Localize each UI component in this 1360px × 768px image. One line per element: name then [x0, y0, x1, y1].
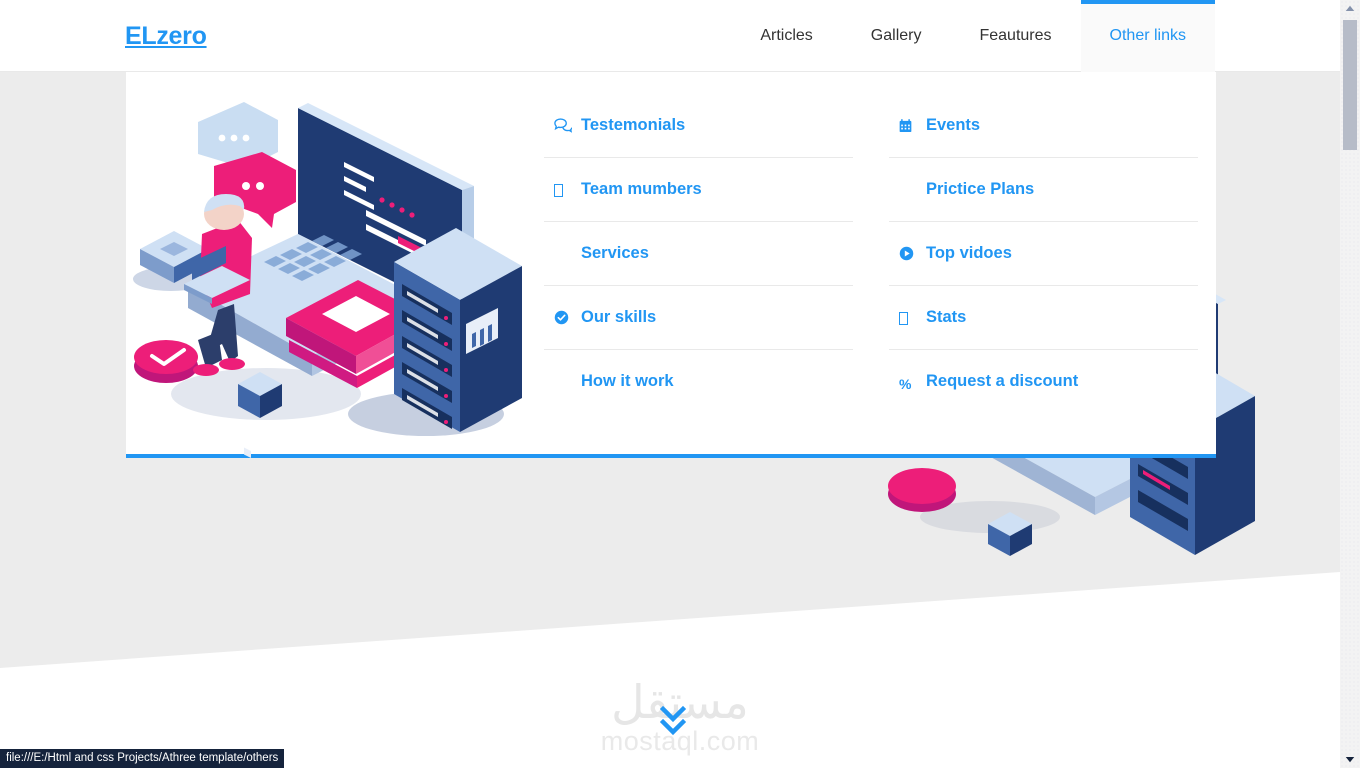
mega-link-label: Events	[926, 116, 981, 134]
hero-diagonal-wedge	[0, 572, 1340, 692]
play-circle-icon	[899, 246, 926, 262]
mega-menu-item: Top vidoes	[889, 222, 1198, 286]
mega-link-label: Stats	[926, 308, 967, 326]
scrollbar-thumb[interactable]	[1343, 20, 1357, 150]
no-icon-placeholder	[899, 181, 926, 197]
missing-glyph-icon	[899, 311, 926, 327]
page-content: مستقل mostaql.com ELzero Articles Galler…	[0, 0, 1340, 768]
nav-item-other-links[interactable]: Other links	[1080, 0, 1216, 72]
mega-menu-column-2: Events Prictice Plans Top vidoes Stats %…	[871, 94, 1216, 454]
nav-item-feautures[interactable]: Feautures	[950, 0, 1080, 72]
mega-menu-links: Testemonials Team mumbers Services Our s…	[526, 94, 1216, 454]
mega-link-how-it-work[interactable]: How it work	[544, 350, 853, 413]
mega-link-request-a-discount[interactable]: % Request a discount	[889, 350, 1198, 414]
mega-menu-item: Our skills	[544, 286, 853, 350]
scrollbar-up-arrow-icon[interactable]	[1340, 0, 1360, 17]
mega-link-stats[interactable]: Stats	[889, 286, 1198, 349]
logo-link[interactable]: ELzero	[125, 0, 207, 72]
mega-menu-item: Team mumbers	[544, 158, 853, 222]
mega-menu-item: Stats	[889, 286, 1198, 350]
header-inner: ELzero Articles Gallery Feautures Other …	[125, 0, 1216, 72]
nav-item-gallery[interactable]: Gallery	[842, 0, 951, 72]
calendar-icon	[899, 118, 926, 134]
mega-menu-illustration	[126, 94, 526, 458]
mega-menu-item: % Request a discount	[889, 350, 1198, 414]
mega-link-label: Our skills	[581, 308, 657, 326]
mega-link-label: Top vidoes	[926, 244, 1012, 262]
mega-menu-column-1: Testemonials Team mumbers Services Our s…	[526, 94, 871, 454]
mega-link-our-skills[interactable]: Our skills	[544, 286, 853, 349]
scrollbar-down-arrow-icon[interactable]	[1340, 751, 1360, 768]
browser-status-bar: file:///E:/Html and css Projects/Athree …	[0, 749, 285, 768]
mega-menu-item: How it work	[544, 350, 853, 413]
check-circle-icon	[554, 310, 581, 326]
mega-link-label: Request a discount	[926, 372, 1079, 390]
mega-link-label: Testemonials	[581, 116, 686, 134]
mega-link-team-mumbers[interactable]: Team mumbers	[544, 158, 853, 221]
double-chevron-down-icon[interactable]	[659, 705, 687, 739]
no-icon-placeholder	[554, 373, 581, 389]
mega-link-testemonials[interactable]: Testemonials	[544, 94, 853, 157]
mega-link-services[interactable]: Services	[544, 222, 853, 285]
mega-menu-list-1: Testemonials Team mumbers Services Our s…	[544, 94, 853, 413]
site-header: ELzero Articles Gallery Feautures Other …	[0, 0, 1340, 72]
vertical-scrollbar[interactable]	[1340, 0, 1360, 768]
no-icon-placeholder	[554, 245, 581, 261]
mega-menu-item: Services	[544, 222, 853, 286]
mega-menu-list-2: Events Prictice Plans Top vidoes Stats %…	[889, 94, 1198, 414]
mega-link-events[interactable]: Events	[889, 94, 1198, 157]
missing-glyph-icon	[554, 183, 581, 199]
mega-link-prictice-plans[interactable]: Prictice Plans	[889, 158, 1198, 221]
main-navigation: Articles Gallery Feautures Other links	[731, 0, 1216, 72]
mega-link-label: Services	[581, 244, 649, 262]
mega-menu-panel: Testemonials Team mumbers Services Our s…	[126, 72, 1216, 458]
mega-menu-item: Testemonials	[544, 94, 853, 158]
mega-link-label: Prictice Plans	[926, 180, 1035, 198]
mega-link-label: How it work	[581, 372, 674, 390]
nav-item-articles[interactable]: Articles	[731, 0, 841, 72]
percent-icon: %	[899, 376, 912, 392]
mega-link-top-vidoes[interactable]: Top vidoes	[889, 222, 1198, 285]
comments-icon	[554, 118, 581, 134]
mega-menu-item: Events	[889, 94, 1198, 158]
mega-link-label: Team mumbers	[581, 180, 702, 198]
mega-menu-item: Prictice Plans	[889, 158, 1198, 222]
browser-viewport: مستقل mostaql.com ELzero Articles Galler…	[0, 0, 1360, 768]
